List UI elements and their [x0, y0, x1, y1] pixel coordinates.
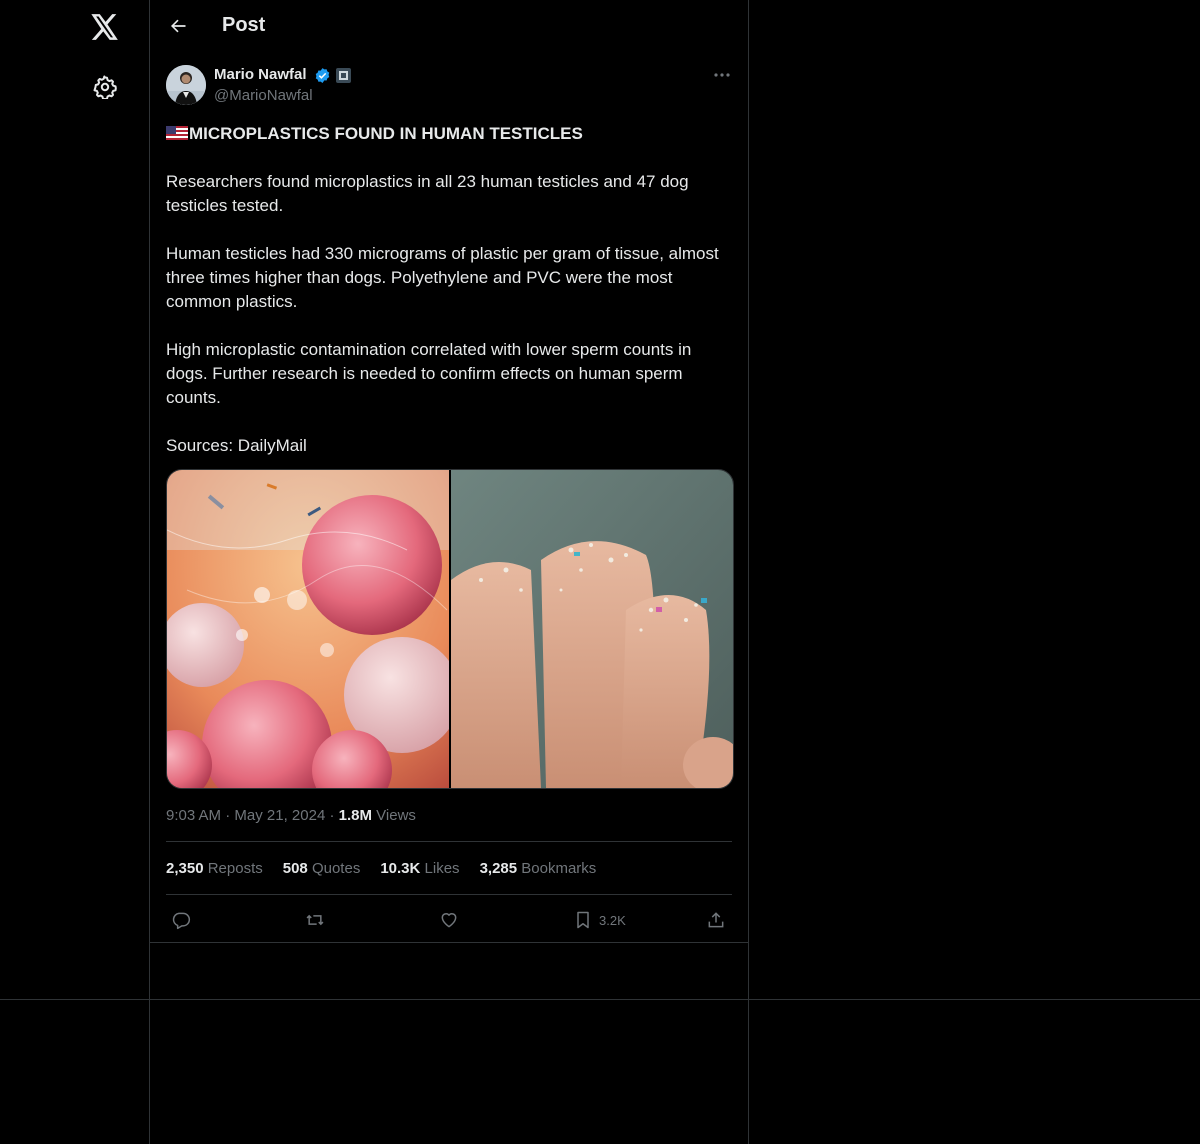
author-handle[interactable]: @MarioNawfal	[214, 87, 313, 104]
bottom-divider	[0, 999, 1200, 1000]
views-label: Views	[376, 807, 416, 824]
bookmark-button[interactable]: 3.2K	[573, 903, 626, 937]
bookmarks-stat[interactable]: 3,285 Bookmarks	[480, 860, 597, 877]
repost-button[interactable]	[304, 903, 326, 937]
reposts-stat[interactable]: 2,350 Reposts	[166, 860, 263, 877]
reply-icon	[172, 912, 191, 930]
like-button[interactable]	[439, 903, 459, 937]
post-paragraph: High microplastic contamination correlat…	[166, 340, 692, 407]
quotes-stat[interactable]: 508 Quotes	[283, 860, 361, 877]
share-button[interactable]	[706, 903, 726, 937]
post-bottom-divider	[150, 942, 748, 943]
meta-divider	[166, 841, 732, 842]
headline-text: MICROPLASTICS FOUND IN HUMAN TESTICLES	[189, 124, 583, 143]
verified-badge-icon	[314, 67, 331, 89]
x-logo-icon[interactable]	[88, 10, 122, 44]
bookmark-count: 3.2K	[599, 912, 626, 928]
post-header: Post	[150, 0, 748, 55]
post-media	[166, 469, 734, 789]
post-actions: 3.2K	[166, 903, 732, 937]
post-time[interactable]: 9:03 AM	[166, 807, 221, 824]
left-column-divider	[149, 0, 150, 1144]
engagement-stats: 2,350 Reposts 508 Quotes 10.3K Likes 3,2…	[166, 860, 596, 877]
post-paragraph: Human testicles had 330 micrograms of pl…	[166, 244, 719, 311]
avatar[interactable]	[166, 65, 206, 105]
heart-icon	[441, 913, 457, 928]
post-sources: Sources: DailyMail	[166, 436, 307, 455]
post-paragraph: Researchers found microplastics in all 2…	[166, 172, 689, 215]
post-meta: 9:03 AM · May 21, 2024 · 1.8M Views	[166, 807, 416, 824]
stats-divider	[166, 894, 732, 895]
likes-stat[interactable]: 10.3K Likes	[380, 860, 459, 877]
microplastic-cells-image[interactable]	[167, 470, 451, 788]
us-flag-icon	[166, 126, 188, 140]
share-icon	[708, 912, 724, 928]
more-options-icon[interactable]	[710, 65, 734, 85]
post-text: MICROPLASTICS FOUND IN HUMAN TESTICLES R…	[166, 122, 736, 482]
author-name[interactable]: Mario Nawfal	[214, 66, 307, 83]
post-headline: MICROPLASTICS FOUND IN HUMAN TESTICLES	[166, 122, 736, 146]
reply-button[interactable]	[171, 903, 191, 937]
back-arrow-icon[interactable]	[164, 12, 192, 40]
microplastics-on-fingers-image[interactable]	[451, 470, 733, 788]
post-date[interactable]: May 21, 2024	[234, 807, 325, 824]
repost-icon	[306, 914, 324, 926]
right-column-divider	[748, 0, 749, 1144]
page-title: Post	[222, 14, 266, 36]
views-count: 1.8M	[338, 807, 372, 824]
settings-gear-icon[interactable]	[88, 70, 122, 104]
affiliate-badge-icon	[336, 68, 351, 83]
bookmark-icon	[577, 911, 589, 929]
